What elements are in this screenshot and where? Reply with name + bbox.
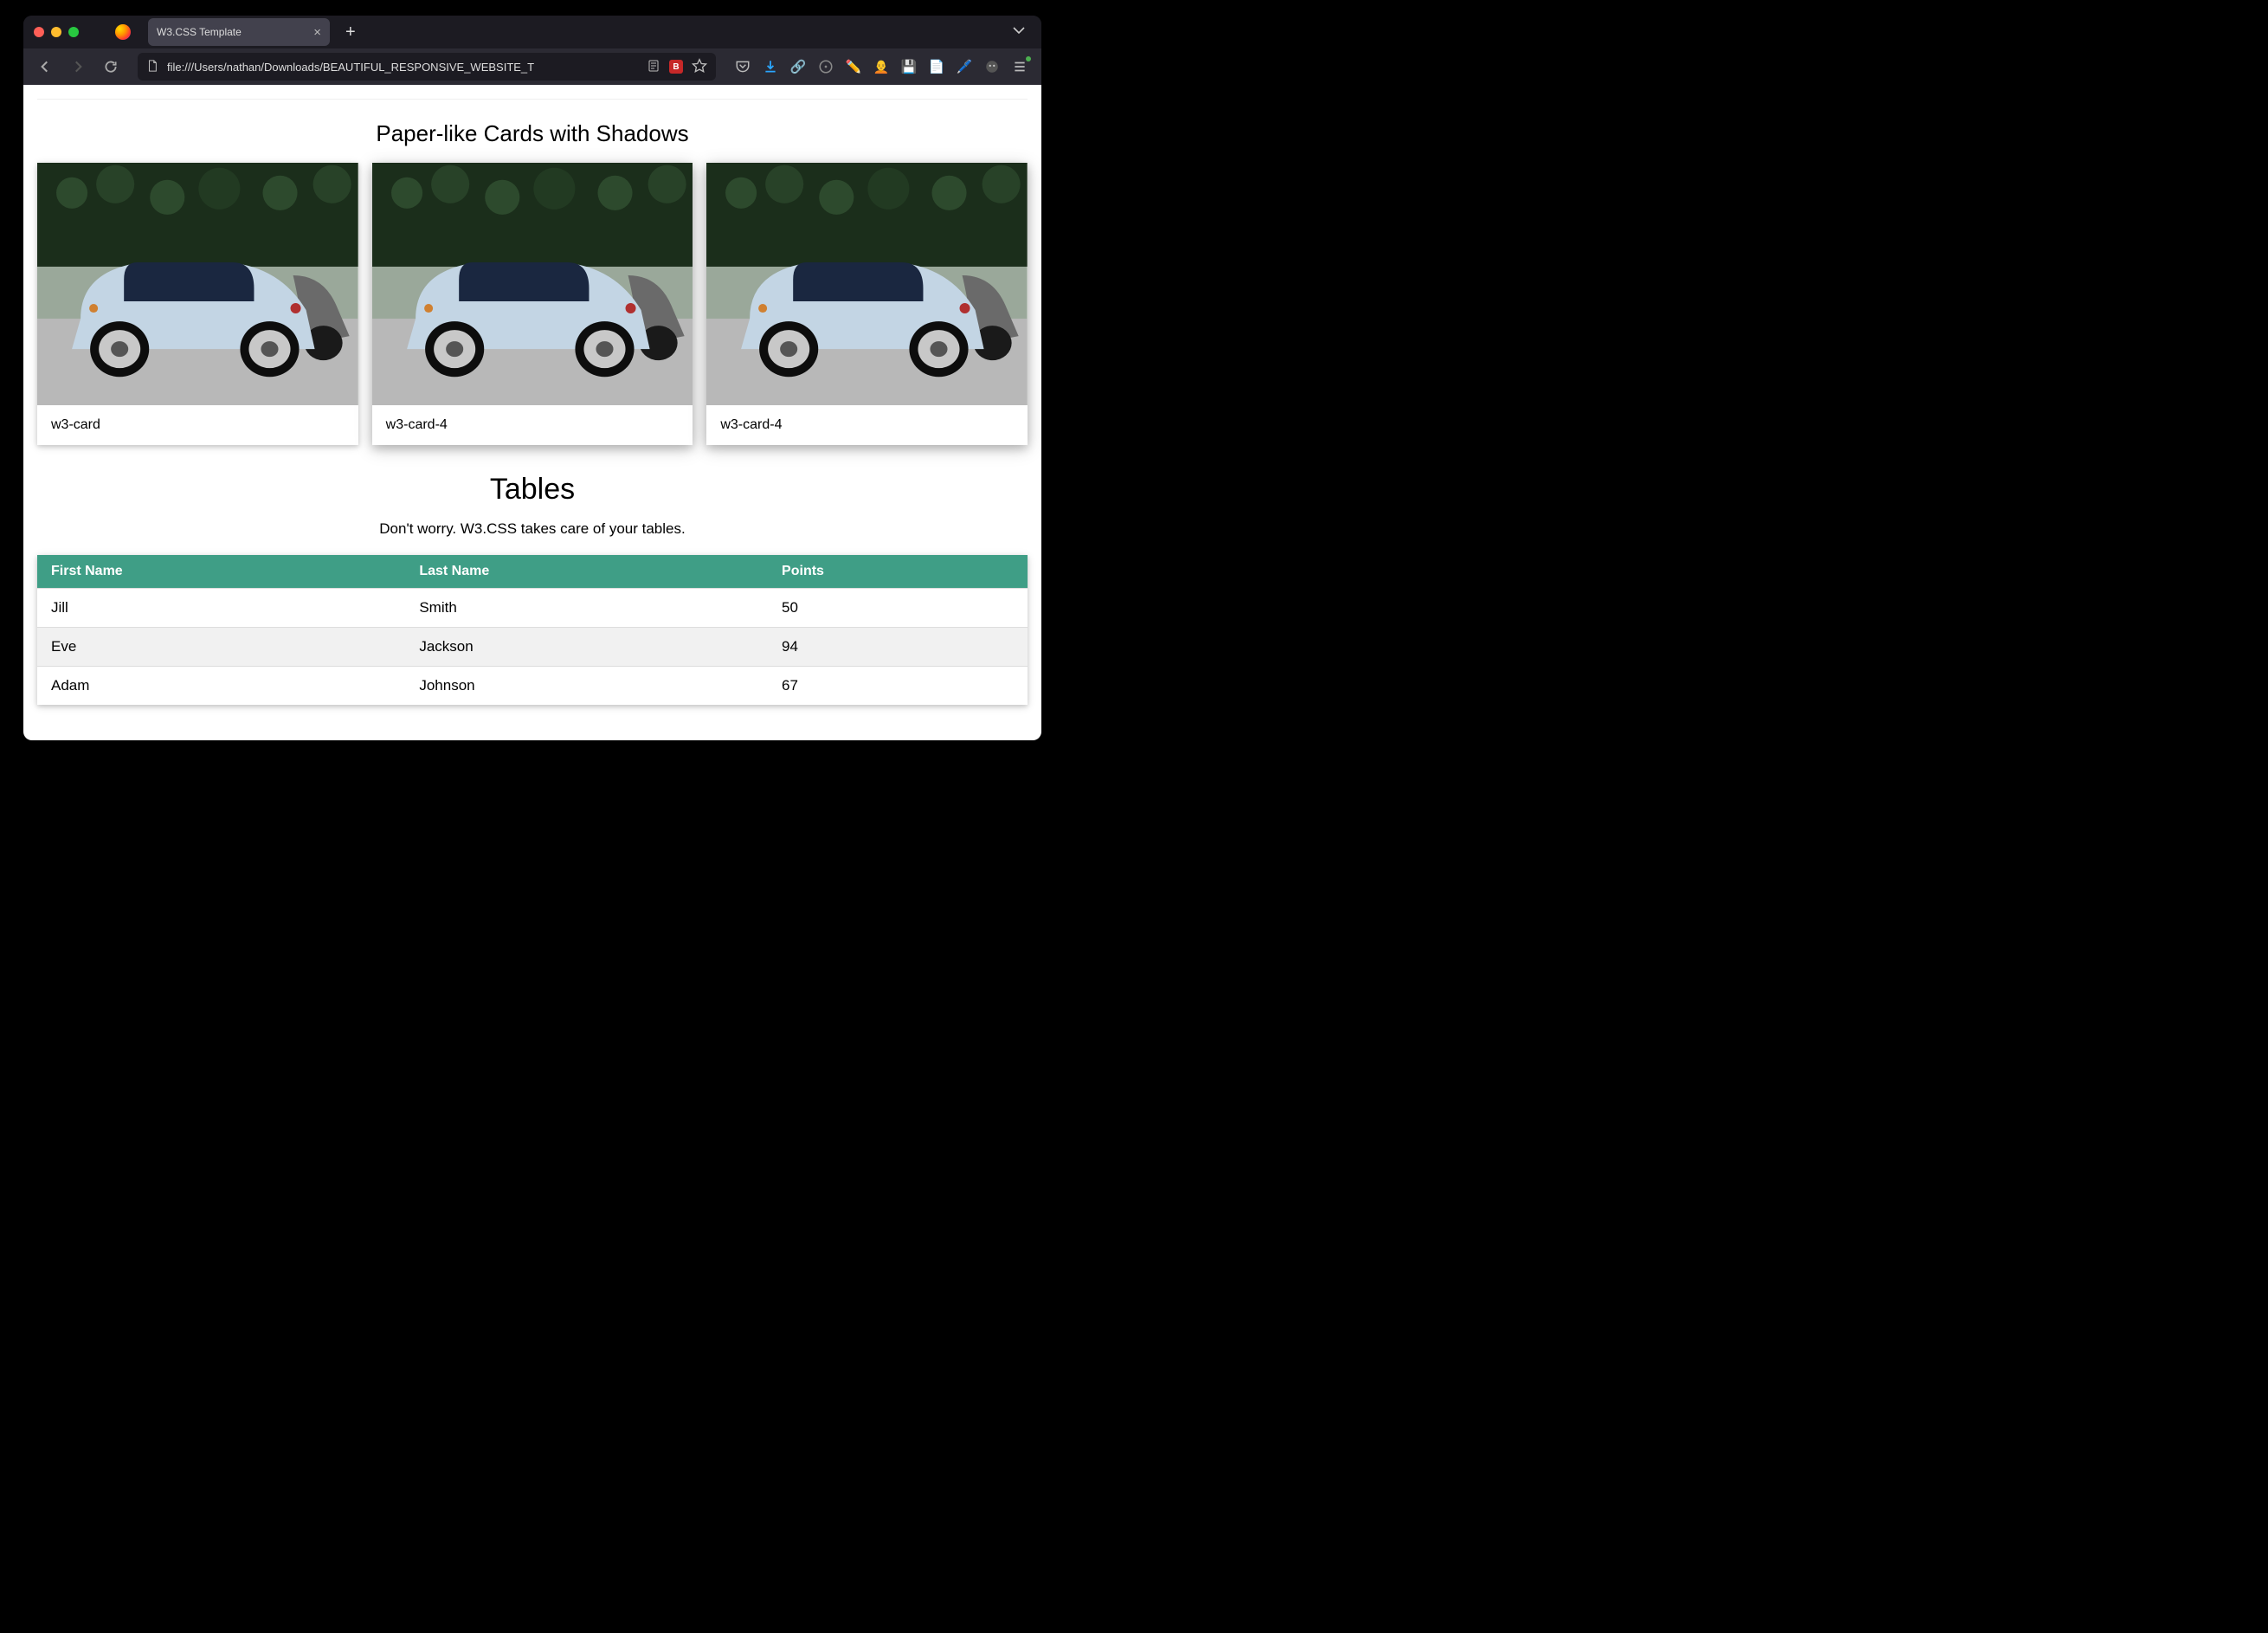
extension-icon-3[interactable]: ✏️ xyxy=(846,59,861,74)
card-caption: w3-card xyxy=(37,405,358,445)
card-image xyxy=(37,163,358,405)
card: w3-card-4 xyxy=(372,163,693,445)
extension-icon-7[interactable]: 🖊️ xyxy=(957,59,972,74)
table-row: Adam Johnson 67 xyxy=(37,667,1028,706)
titlebar: W3.CSS Template × + xyxy=(23,16,1041,48)
pocket-icon[interactable] xyxy=(735,59,751,74)
table-cell: Eve xyxy=(37,628,405,667)
new-tab-button[interactable]: + xyxy=(337,23,364,42)
table-header: First Name xyxy=(37,555,405,589)
browser-tab[interactable]: W3.CSS Template × xyxy=(148,18,330,46)
menu-button[interactable] xyxy=(1012,59,1028,74)
tables-subtitle: Don't worry. W3.CSS takes care of your t… xyxy=(37,520,1028,538)
card: w3-card xyxy=(37,163,358,445)
toolbar: file:///Users/nathan/Downloads/BEAUTIFUL… xyxy=(23,48,1041,85)
tables-section: Tables Don't worry. W3.CSS takes care of… xyxy=(37,473,1028,705)
table-cell: 94 xyxy=(768,628,1028,667)
card-image xyxy=(706,163,1028,405)
card: w3-card-4 xyxy=(706,163,1028,445)
table-cell: 50 xyxy=(768,589,1028,628)
table-cell: Adam xyxy=(37,667,405,706)
table-row: Eve Jackson 94 xyxy=(37,628,1028,667)
extension-icon-4[interactable]: 🧑‍🦲 xyxy=(873,59,889,74)
extension-icon-1[interactable]: 🔗 xyxy=(790,59,806,74)
table-cell: Jackson xyxy=(405,628,768,667)
table-row: Jill Smith 50 xyxy=(37,589,1028,628)
close-tab-icon[interactable]: × xyxy=(313,26,321,39)
forward-button[interactable] xyxy=(65,54,91,80)
tables-heading: Tables xyxy=(37,473,1028,507)
file-icon xyxy=(146,60,158,74)
table-cell: Johnson xyxy=(405,667,768,706)
notification-dot-icon xyxy=(1026,56,1031,61)
back-button[interactable] xyxy=(32,54,58,80)
table-cell: Smith xyxy=(405,589,768,628)
card-image xyxy=(372,163,693,405)
minimize-window-button[interactable] xyxy=(51,27,61,37)
card-caption: w3-card-4 xyxy=(706,405,1028,445)
browser-window: W3.CSS Template × + file:///Users/nathan… xyxy=(23,16,1041,740)
card-caption: w3-card-4 xyxy=(372,405,693,445)
blocker-badge-icon[interactable]: B xyxy=(669,60,683,74)
bookmark-star-icon[interactable] xyxy=(692,58,707,76)
extension-icon-5[interactable]: 💾 xyxy=(901,59,917,74)
page-content[interactable]: Paper-like Cards with Shadows xyxy=(23,85,1041,740)
list-tabs-button[interactable] xyxy=(1012,23,1031,42)
extension-icon-8[interactable] xyxy=(984,59,1000,74)
cards-row: w3-card xyxy=(37,163,1028,445)
table-header: Last Name xyxy=(405,555,768,589)
url-text: file:///Users/nathan/Downloads/BEAUTIFUL… xyxy=(167,61,638,74)
tab-title: W3.CSS Template xyxy=(157,26,242,38)
data-table: First Name Last Name Points Jill Smith 5… xyxy=(37,555,1028,705)
extension-icons: 🔗 ✏️ 🧑‍🦲 💾 📄 🖊️ xyxy=(730,59,1033,74)
url-bar[interactable]: file:///Users/nathan/Downloads/BEAUTIFUL… xyxy=(138,53,716,81)
download-icon[interactable] xyxy=(763,59,778,74)
table-header-row: First Name Last Name Points xyxy=(37,555,1028,589)
table-cell: Jill xyxy=(37,589,405,628)
reader-mode-icon[interactable] xyxy=(647,59,660,75)
cards-section-heading: Paper-like Cards with Shadows xyxy=(37,120,1028,147)
reload-button[interactable] xyxy=(98,54,124,80)
extension-icon-2[interactable] xyxy=(818,59,834,74)
divider xyxy=(37,99,1028,100)
close-window-button[interactable] xyxy=(34,27,44,37)
traffic-lights xyxy=(34,27,79,37)
extension-icon-6[interactable]: 📄 xyxy=(929,59,944,74)
table-header: Points xyxy=(768,555,1028,589)
table-cell: 67 xyxy=(768,667,1028,706)
maximize-window-button[interactable] xyxy=(68,27,79,37)
firefox-logo-icon xyxy=(115,24,131,40)
